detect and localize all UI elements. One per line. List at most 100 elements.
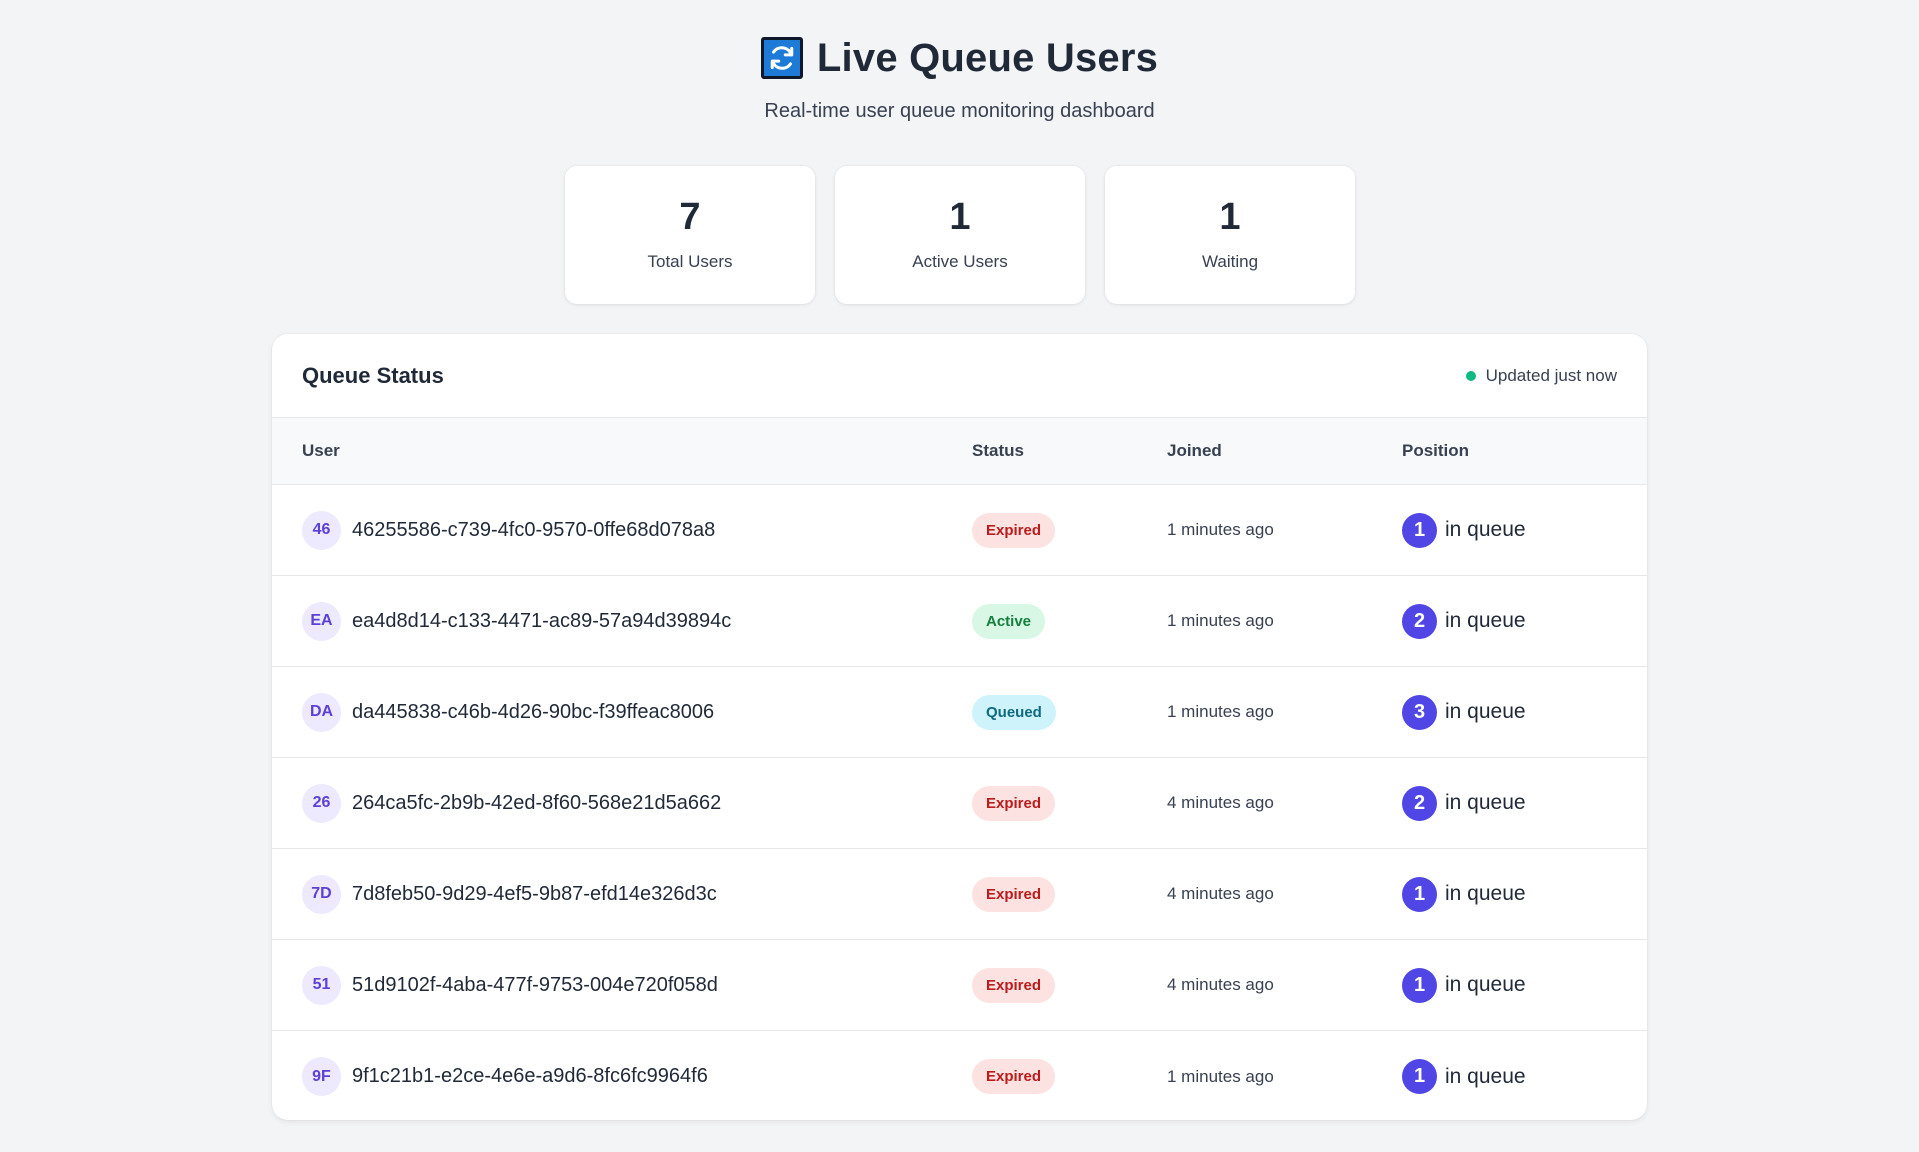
status-badge: Queued	[972, 694, 1056, 730]
position-label: in queue	[1445, 791, 1526, 814]
user-id: 7d8feb50-9d29-4ef5-9b87-efd14e326d3c	[352, 882, 717, 905]
column-header-position[interactable]: Position	[1402, 441, 1647, 461]
joined-cell: 1 minutes ago	[1167, 1067, 1402, 1087]
table-header: User Status Joined Position	[272, 418, 1647, 485]
position-number: 1	[1402, 512, 1437, 548]
user-id: da445838-c46b-4d26-90bc-f39ffeac8006	[352, 700, 715, 723]
status-cell: Queued	[972, 694, 1167, 730]
avatar: 46	[302, 510, 341, 550]
joined-cell: 1 minutes ago	[1167, 702, 1402, 722]
position-number: 1	[1402, 967, 1437, 1003]
joined-time: 4 minutes ago	[1167, 975, 1274, 994]
table-row[interactable]: 46 46255586-c739-4fc0-9570-0ffe68d078a8 …	[272, 485, 1647, 576]
avatar: 51	[302, 965, 341, 1005]
position-number: 1	[1402, 1059, 1437, 1094]
table-row[interactable]: 26 264ca5fc-2b9b-42ed-8f60-568e21d5a662 …	[272, 758, 1647, 849]
status-badge: Expired	[972, 1059, 1056, 1094]
status-cell: Expired	[972, 876, 1167, 912]
user-id: 9f1c21b1-e2ce-4e6e-a9d6-8fc6fc9964f6	[352, 1065, 708, 1087]
position-label: in queue	[1445, 518, 1526, 541]
user-id: 264ca5fc-2b9b-42ed-8f60-568e21d5a662	[352, 791, 722, 814]
position-cell: 1 in queue	[1402, 1059, 1647, 1094]
position-cell: 1 in queue	[1402, 876, 1647, 912]
joined-cell: 1 minutes ago	[1167, 611, 1402, 631]
table-row[interactable]: 51 51d9102f-4aba-477f-9753-004e720f058d …	[272, 940, 1647, 1031]
update-status: Updated just now	[1465, 365, 1617, 386]
position-label: in queue	[1445, 1064, 1526, 1088]
joined-time: 1 minutes ago	[1167, 520, 1274, 539]
table-row[interactable]: 9F 9f1c21b1-e2ce-4e6e-a9d6-8fc6fc9964f6 …	[272, 1031, 1647, 1120]
status-cell: Expired	[972, 967, 1167, 1003]
position-number: 1	[1402, 876, 1437, 912]
position-label: in queue	[1445, 609, 1526, 632]
joined-time: 1 minutes ago	[1167, 1066, 1274, 1086]
update-status-text: Updated just now	[1485, 365, 1617, 385]
user-id: 51d9102f-4aba-477f-9753-004e720f058d	[352, 973, 718, 996]
status-badge: Expired	[972, 876, 1056, 912]
table-row[interactable]: DA da445838-c46b-4d26-90bc-f39ffeac8006 …	[272, 667, 1647, 758]
table-row[interactable]: EA ea4d8d14-c133-4471-ac89-57a94d39894c …	[272, 576, 1647, 667]
status-badge: Expired	[972, 967, 1056, 1003]
position-cell: 1 in queue	[1402, 512, 1647, 548]
position-number: 2	[1402, 785, 1437, 821]
title-row: Live Queue Users	[0, 34, 1919, 82]
joined-cell: 1 minutes ago	[1167, 520, 1402, 540]
stat-label: Total Users	[647, 252, 733, 271]
status-cell: Expired	[972, 785, 1167, 821]
refresh-icon	[760, 37, 803, 79]
stat-label: Waiting	[1201, 252, 1259, 271]
stat-label: Active Users	[912, 252, 1008, 271]
status-cell: Expired	[972, 1059, 1167, 1094]
position-number: 2	[1402, 603, 1437, 639]
position-cell: 2 in queue	[1402, 603, 1647, 639]
position-cell: 1 in queue	[1402, 967, 1647, 1003]
avatar: 9F	[302, 1057, 341, 1096]
user-cell: DA da445838-c46b-4d26-90bc-f39ffeac8006	[272, 692, 972, 732]
position-cell: 3 in queue	[1402, 694, 1647, 730]
table-body: 46 46255586-c739-4fc0-9570-0ffe68d078a8 …	[272, 485, 1647, 1120]
user-cell: 9F 9f1c21b1-e2ce-4e6e-a9d6-8fc6fc9964f6	[272, 1057, 972, 1096]
avatar: 7D	[302, 874, 341, 914]
user-id: ea4d8d14-c133-4471-ac89-57a94d39894c	[352, 609, 732, 632]
user-cell: EA ea4d8d14-c133-4471-ac89-57a94d39894c	[272, 601, 972, 641]
position-number: 3	[1402, 694, 1437, 730]
position-cell: 2 in queue	[1402, 785, 1647, 821]
stat-card-total-users: 7 Total Users	[565, 166, 815, 304]
page-header: Live Queue Users Real-time user queue mo…	[0, 34, 1919, 123]
avatar: DA	[302, 692, 341, 732]
table-row[interactable]: 7D 7d8feb50-9d29-4ef5-9b87-efd14e326d3c …	[272, 849, 1647, 940]
column-header-user[interactable]: User	[272, 441, 972, 461]
column-header-joined[interactable]: Joined	[1167, 441, 1402, 461]
status-badge: Expired	[972, 785, 1056, 821]
user-cell: 26 264ca5fc-2b9b-42ed-8f60-568e21d5a662	[272, 783, 972, 823]
stat-value: 1	[949, 196, 971, 238]
dashboard-page: Live Queue Users Real-time user queue mo…	[0, 0, 1919, 1152]
column-header-status[interactable]: Status	[972, 441, 1167, 461]
user-cell: 7D 7d8feb50-9d29-4ef5-9b87-efd14e326d3c	[272, 874, 972, 914]
avatar: EA	[302, 601, 341, 641]
position-label: in queue	[1445, 882, 1526, 905]
live-indicator-icon	[1465, 370, 1476, 381]
queue-panel-header: Queue Status Updated just now	[272, 334, 1647, 418]
stats-row: 7 Total Users 1 Active Users 1 Waiting	[565, 166, 1355, 304]
status-badge: Active	[972, 603, 1046, 639]
status-badge: Expired	[972, 512, 1056, 548]
position-label: in queue	[1445, 700, 1526, 723]
joined-time: 1 minutes ago	[1167, 611, 1274, 630]
stat-value: 1	[1219, 196, 1241, 238]
joined-cell: 4 minutes ago	[1167, 793, 1402, 813]
user-id: 46255586-c739-4fc0-9570-0ffe68d078a8	[352, 518, 716, 541]
user-cell: 46 46255586-c739-4fc0-9570-0ffe68d078a8	[272, 510, 972, 550]
status-cell: Expired	[972, 512, 1167, 548]
queue-panel-title: Queue Status	[302, 362, 444, 388]
joined-time: 4 minutes ago	[1167, 884, 1274, 903]
stat-value: 7	[679, 196, 701, 238]
stat-card-waiting: 1 Waiting	[1105, 166, 1355, 304]
stat-card-active-users: 1 Active Users	[835, 166, 1085, 304]
user-cell: 51 51d9102f-4aba-477f-9753-004e720f058d	[272, 965, 972, 1005]
joined-cell: 4 minutes ago	[1167, 975, 1402, 995]
joined-time: 1 minutes ago	[1167, 702, 1274, 721]
status-cell: Active	[972, 603, 1167, 639]
joined-time: 4 minutes ago	[1167, 793, 1274, 812]
position-label: in queue	[1445, 973, 1526, 996]
